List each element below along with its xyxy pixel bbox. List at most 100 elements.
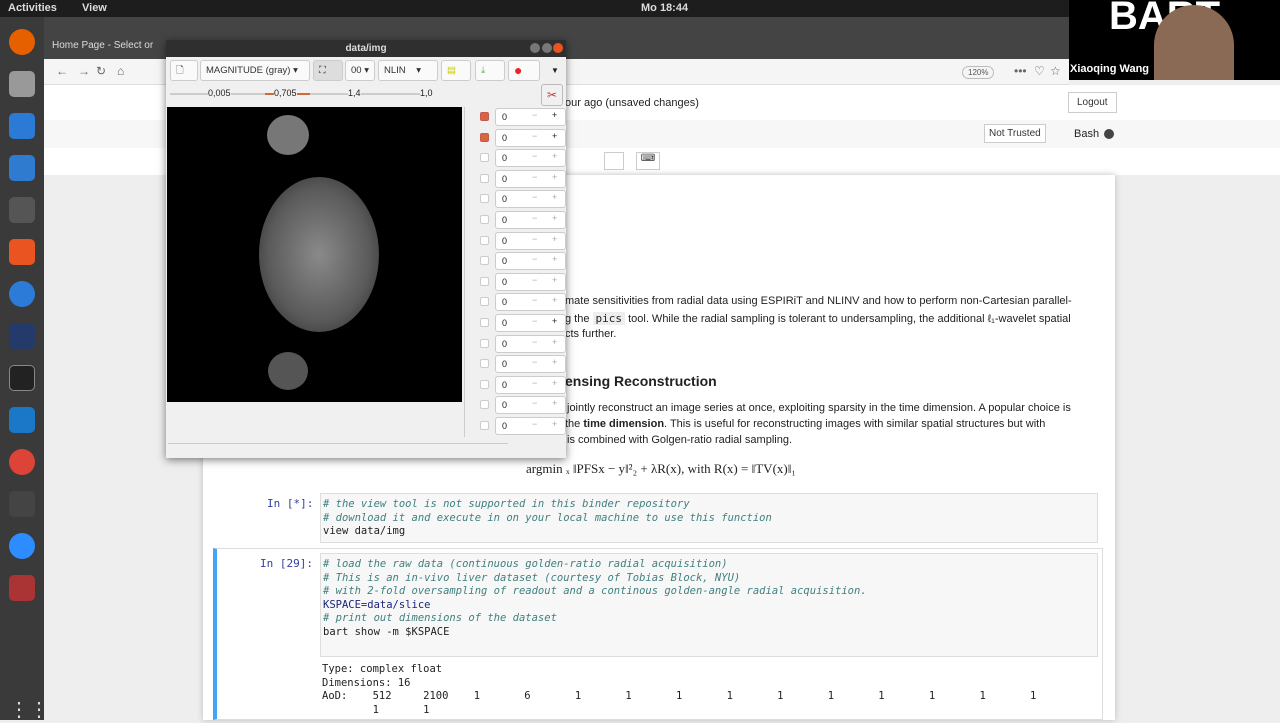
decrement-button[interactable]: − bbox=[532, 419, 537, 429]
decrement-button[interactable]: − bbox=[532, 254, 537, 264]
decrement-button[interactable]: − bbox=[532, 316, 537, 326]
decrement-button[interactable]: − bbox=[532, 151, 537, 161]
back-icon[interactable]: ← bbox=[56, 64, 68, 78]
page-actions-icon[interactable]: ••• bbox=[1014, 64, 1027, 78]
dimension-checkbox[interactable] bbox=[480, 338, 489, 348]
logout-button[interactable]: Logout bbox=[1068, 92, 1117, 113]
increment-button[interactable]: + bbox=[552, 234, 557, 244]
decrement-button[interactable]: − bbox=[532, 398, 537, 408]
increment-button[interactable]: + bbox=[552, 275, 557, 285]
bookmark-star-icon[interactable]: ☆ bbox=[1050, 64, 1061, 78]
recorder-icon[interactable] bbox=[9, 575, 35, 601]
dimension-checkbox[interactable] bbox=[480, 235, 489, 245]
increment-button[interactable]: + bbox=[552, 110, 557, 120]
decrement-button[interactable]: − bbox=[532, 110, 537, 120]
clock[interactable]: Mo 18:44 bbox=[641, 2, 688, 14]
dimension-checkbox[interactable] bbox=[480, 318, 489, 327]
pocket-icon[interactable]: ♡ bbox=[1034, 64, 1045, 78]
dimension-spinbox[interactable]: 0 − + bbox=[495, 252, 566, 271]
colormap-dropdown[interactable]: MAGNITUDE (gray) ▾ bbox=[200, 60, 310, 81]
code-cell[interactable]: # the view tool is not supported in this… bbox=[320, 493, 1098, 543]
dimension-spinbox[interactable]: 0 − + bbox=[495, 128, 566, 147]
increment-button[interactable]: + bbox=[552, 254, 557, 264]
slice-dropdown[interactable]: 00 ▾ bbox=[345, 60, 375, 81]
help-icon[interactable] bbox=[9, 281, 35, 307]
decrement-button[interactable]: − bbox=[532, 378, 537, 388]
fit-icon[interactable]: ⛶ bbox=[313, 60, 343, 81]
writer-icon[interactable] bbox=[9, 155, 35, 181]
mode-dropdown[interactable]: NLIN ▾ bbox=[378, 60, 438, 81]
dimension-checkbox[interactable] bbox=[480, 173, 489, 183]
increment-button[interactable]: + bbox=[552, 131, 557, 141]
rhythmbox-icon[interactable] bbox=[9, 197, 35, 223]
decrement-button[interactable]: − bbox=[532, 337, 537, 347]
dimension-checkbox[interactable] bbox=[480, 421, 489, 430]
decrement-button[interactable]: − bbox=[532, 131, 537, 141]
home-icon[interactable]: ⌂ bbox=[117, 64, 124, 78]
software-icon[interactable] bbox=[9, 239, 35, 265]
files-icon[interactable] bbox=[9, 71, 35, 97]
increment-button[interactable]: + bbox=[552, 337, 557, 347]
increment-button[interactable]: + bbox=[552, 419, 557, 429]
terminal-icon[interactable] bbox=[9, 365, 35, 391]
dimension-spinbox[interactable]: 0 − + bbox=[495, 314, 566, 332]
view-menu[interactable]: View bbox=[82, 2, 107, 14]
dimension-checkbox[interactable] bbox=[480, 132, 489, 142]
decrement-button[interactable]: − bbox=[532, 357, 537, 367]
image-canvas[interactable] bbox=[167, 107, 462, 402]
tools-icon[interactable]: ✂ bbox=[541, 84, 563, 106]
dimension-spinbox[interactable]: 0 − + bbox=[495, 396, 566, 415]
cell-type-dropdown[interactable] bbox=[604, 152, 624, 170]
dimension-spinbox[interactable]: 0 − + bbox=[495, 375, 566, 394]
overflow-menu-icon[interactable]: ▼ bbox=[551, 66, 559, 75]
dimension-spinbox[interactable]: 0 − + bbox=[495, 355, 566, 374]
decrement-button[interactable]: − bbox=[532, 275, 537, 285]
increment-button[interactable]: + bbox=[552, 378, 557, 388]
dimension-checkbox[interactable] bbox=[480, 359, 489, 369]
dimension-spinbox[interactable]: 0 − + bbox=[495, 231, 566, 250]
maximize-icon[interactable] bbox=[542, 43, 552, 53]
forward-icon[interactable]: → bbox=[78, 64, 90, 78]
decrement-button[interactable]: − bbox=[532, 172, 537, 182]
dimension-spinbox[interactable]: 0 − + bbox=[495, 334, 566, 353]
dimension-checkbox[interactable] bbox=[480, 297, 489, 307]
reload-icon[interactable]: ↻ bbox=[96, 64, 106, 78]
not-trusted-badge[interactable]: Not Trusted bbox=[984, 124, 1046, 143]
close-icon[interactable] bbox=[553, 43, 563, 53]
zoom-level[interactable]: 120% bbox=[962, 66, 995, 79]
decrement-button[interactable]: − bbox=[532, 295, 537, 305]
record-icon[interactable]: ● bbox=[508, 60, 540, 81]
dimension-checkbox[interactable] bbox=[480, 112, 489, 121]
dimension-spinbox[interactable]: 0 − + bbox=[495, 293, 566, 312]
vscode-icon[interactable] bbox=[9, 407, 35, 433]
increment-button[interactable]: + bbox=[552, 316, 557, 326]
increment-button[interactable]: + bbox=[552, 172, 557, 182]
dimension-spinbox[interactable]: 0 − + bbox=[495, 108, 566, 126]
minimize-icon[interactable] bbox=[530, 43, 540, 53]
decrement-button[interactable]: − bbox=[532, 213, 537, 223]
download-icon[interactable]: ⤓ bbox=[475, 60, 505, 81]
increment-button[interactable]: + bbox=[552, 192, 557, 202]
export-icon[interactable]: 🗋 bbox=[170, 60, 198, 81]
increment-button[interactable]: + bbox=[552, 357, 557, 367]
chrome-icon[interactable] bbox=[9, 449, 35, 475]
dimension-checkbox[interactable] bbox=[480, 215, 489, 224]
firefox-icon[interactable] bbox=[9, 29, 35, 55]
decrement-button[interactable]: − bbox=[532, 192, 537, 202]
dimension-checkbox[interactable] bbox=[480, 194, 489, 204]
dimension-checkbox[interactable] bbox=[480, 153, 489, 163]
dimension-spinbox[interactable]: 0 − + bbox=[495, 272, 566, 291]
dimension-spinbox[interactable]: 0 − + bbox=[495, 190, 566, 209]
dimension-checkbox[interactable] bbox=[480, 256, 489, 266]
dimension-spinbox[interactable]: 0 − + bbox=[495, 417, 566, 435]
texmaker-icon[interactable] bbox=[9, 323, 35, 349]
dimension-checkbox[interactable] bbox=[480, 400, 489, 410]
browser-tab[interactable]: Home Page - Select or bbox=[52, 40, 153, 51]
dimension-spinbox[interactable]: 0 − + bbox=[495, 149, 566, 168]
dimension-checkbox[interactable] bbox=[480, 276, 489, 286]
save-icon[interactable]: ▤ bbox=[441, 60, 471, 81]
dimension-spinbox[interactable]: 0 − + bbox=[495, 211, 566, 229]
increment-button[interactable]: + bbox=[552, 213, 557, 223]
apps-grid-icon[interactable]: ⋮⋮ bbox=[9, 697, 49, 723]
calculator-icon[interactable] bbox=[9, 491, 35, 517]
